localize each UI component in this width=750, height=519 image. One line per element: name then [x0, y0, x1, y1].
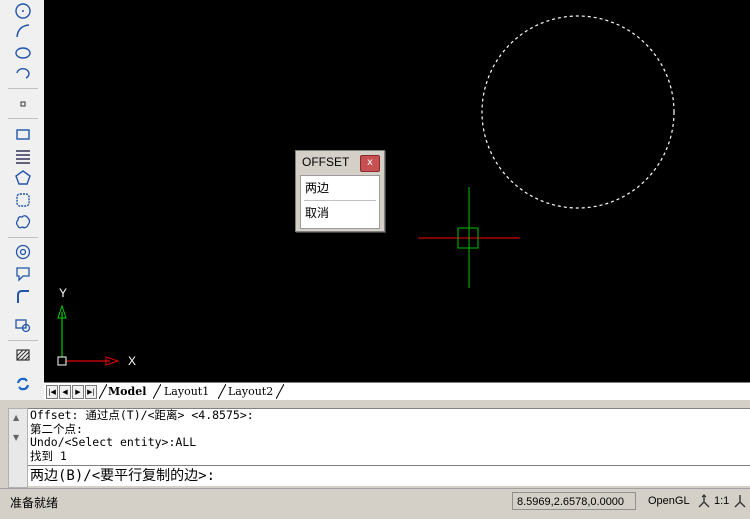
layout-tabs-bar: |◀ ◀ ▶ ▶| Model Layout1 Layout2: [44, 382, 750, 401]
y-axis-label: Y: [59, 286, 68, 300]
command-window: ▲ ▼ Offset: 通过点(T)/<距离> <4.8575>: 第二个点: …: [0, 400, 750, 488]
toolbar-separator: [8, 237, 38, 238]
arc-tool-icon[interactable]: [12, 20, 34, 42]
tab-edge: [99, 384, 107, 399]
tab-layout2[interactable]: Layout2: [228, 384, 273, 399]
pipe-tool-icon[interactable]: [12, 285, 34, 307]
command-input[interactable]: 两边(B)/<要平行复制的边>:: [28, 465, 750, 486]
offset-menu-body: 两边 取消: [300, 175, 380, 229]
ucs-icon: [57, 304, 120, 366]
hatch-tool-icon[interactable]: [12, 344, 34, 366]
scroll-down-icon[interactable]: ▼: [13, 433, 19, 442]
tab-edge: [153, 384, 161, 399]
polygon-tool-icon[interactable]: [12, 167, 34, 189]
ellipse-arc-tool-icon[interactable]: [12, 62, 34, 84]
command-scrollbar[interactable]: ▲ ▼: [8, 408, 28, 488]
region-tool-icon[interactable]: [12, 189, 34, 211]
toolbar-separator: [8, 118, 38, 119]
leader-tool-icon[interactable]: [12, 263, 34, 285]
history-line: Undo/<Select entity>:ALL: [30, 435, 197, 449]
menu-item-both-sides[interactable]: 两边: [305, 178, 375, 198]
menu-separator: [304, 200, 376, 201]
drawing-canvas[interactable]: Y X: [44, 0, 750, 382]
renderer-label[interactable]: OpenGL: [644, 492, 698, 510]
scroll-up-icon[interactable]: ▲: [13, 413, 19, 422]
command-history: Offset: 通过点(T)/<距离> <4.8575>: 第二个点: Undo…: [28, 408, 750, 465]
history-line: 第二个点:: [30, 421, 83, 436]
annotation-scale-label[interactable]: 1:1: [714, 495, 729, 507]
coordinates-readout: 8.5969,2.6578,0.0000: [512, 492, 636, 510]
history-line: 找到 1: [30, 448, 67, 463]
first-tab-button[interactable]: |◀: [46, 385, 58, 399]
annotation-visibility-icon[interactable]: [733, 493, 747, 509]
last-tab-button[interactable]: ▶|: [85, 385, 97, 399]
donut-tool-icon[interactable]: [12, 241, 34, 263]
crosshair-cursor: [418, 187, 520, 288]
status-text: 准备就绪: [10, 496, 59, 510]
close-button[interactable]: x: [360, 155, 380, 172]
x-axis-label: X: [128, 354, 137, 368]
tab-edge: [276, 384, 284, 399]
dashed-circle-entity: [481, 15, 675, 209]
tab-layout1[interactable]: Layout1: [164, 384, 209, 399]
annotation-scale-icon[interactable]: [696, 493, 712, 509]
offset-menu-title: OFFSET: [302, 155, 350, 169]
toolbar-separator: [8, 88, 38, 89]
refresh-tool-icon[interactable]: [12, 373, 34, 395]
rectangle-tool-icon[interactable]: [12, 123, 34, 145]
tab-model[interactable]: Model: [108, 384, 146, 399]
revision-cloud-tool-icon[interactable]: [12, 211, 34, 233]
toolbar-separator: [8, 340, 38, 341]
point-tool-icon[interactable]: [12, 93, 34, 115]
insert-block-tool-icon[interactable]: [12, 314, 34, 336]
ellipse-tool-icon[interactable]: [12, 41, 34, 63]
menu-item-cancel[interactable]: 取消: [305, 203, 375, 223]
history-line: Offset: 通过点(T)/<距离> <4.8575>:: [30, 408, 254, 422]
circle-tool-icon[interactable]: [12, 0, 34, 22]
offset-context-menu: OFFSET x 两边 取消: [295, 150, 385, 232]
next-tab-button[interactable]: ▶: [72, 385, 84, 399]
draw-toolbar: [0, 0, 45, 400]
multiline-tool-icon[interactable]: [12, 145, 34, 167]
prev-tab-button[interactable]: ◀: [59, 385, 71, 399]
tab-edge: [218, 384, 226, 399]
status-bar: 准备就绪 8.5969,2.6578,0.0000 OpenGL 1:1: [0, 488, 750, 519]
